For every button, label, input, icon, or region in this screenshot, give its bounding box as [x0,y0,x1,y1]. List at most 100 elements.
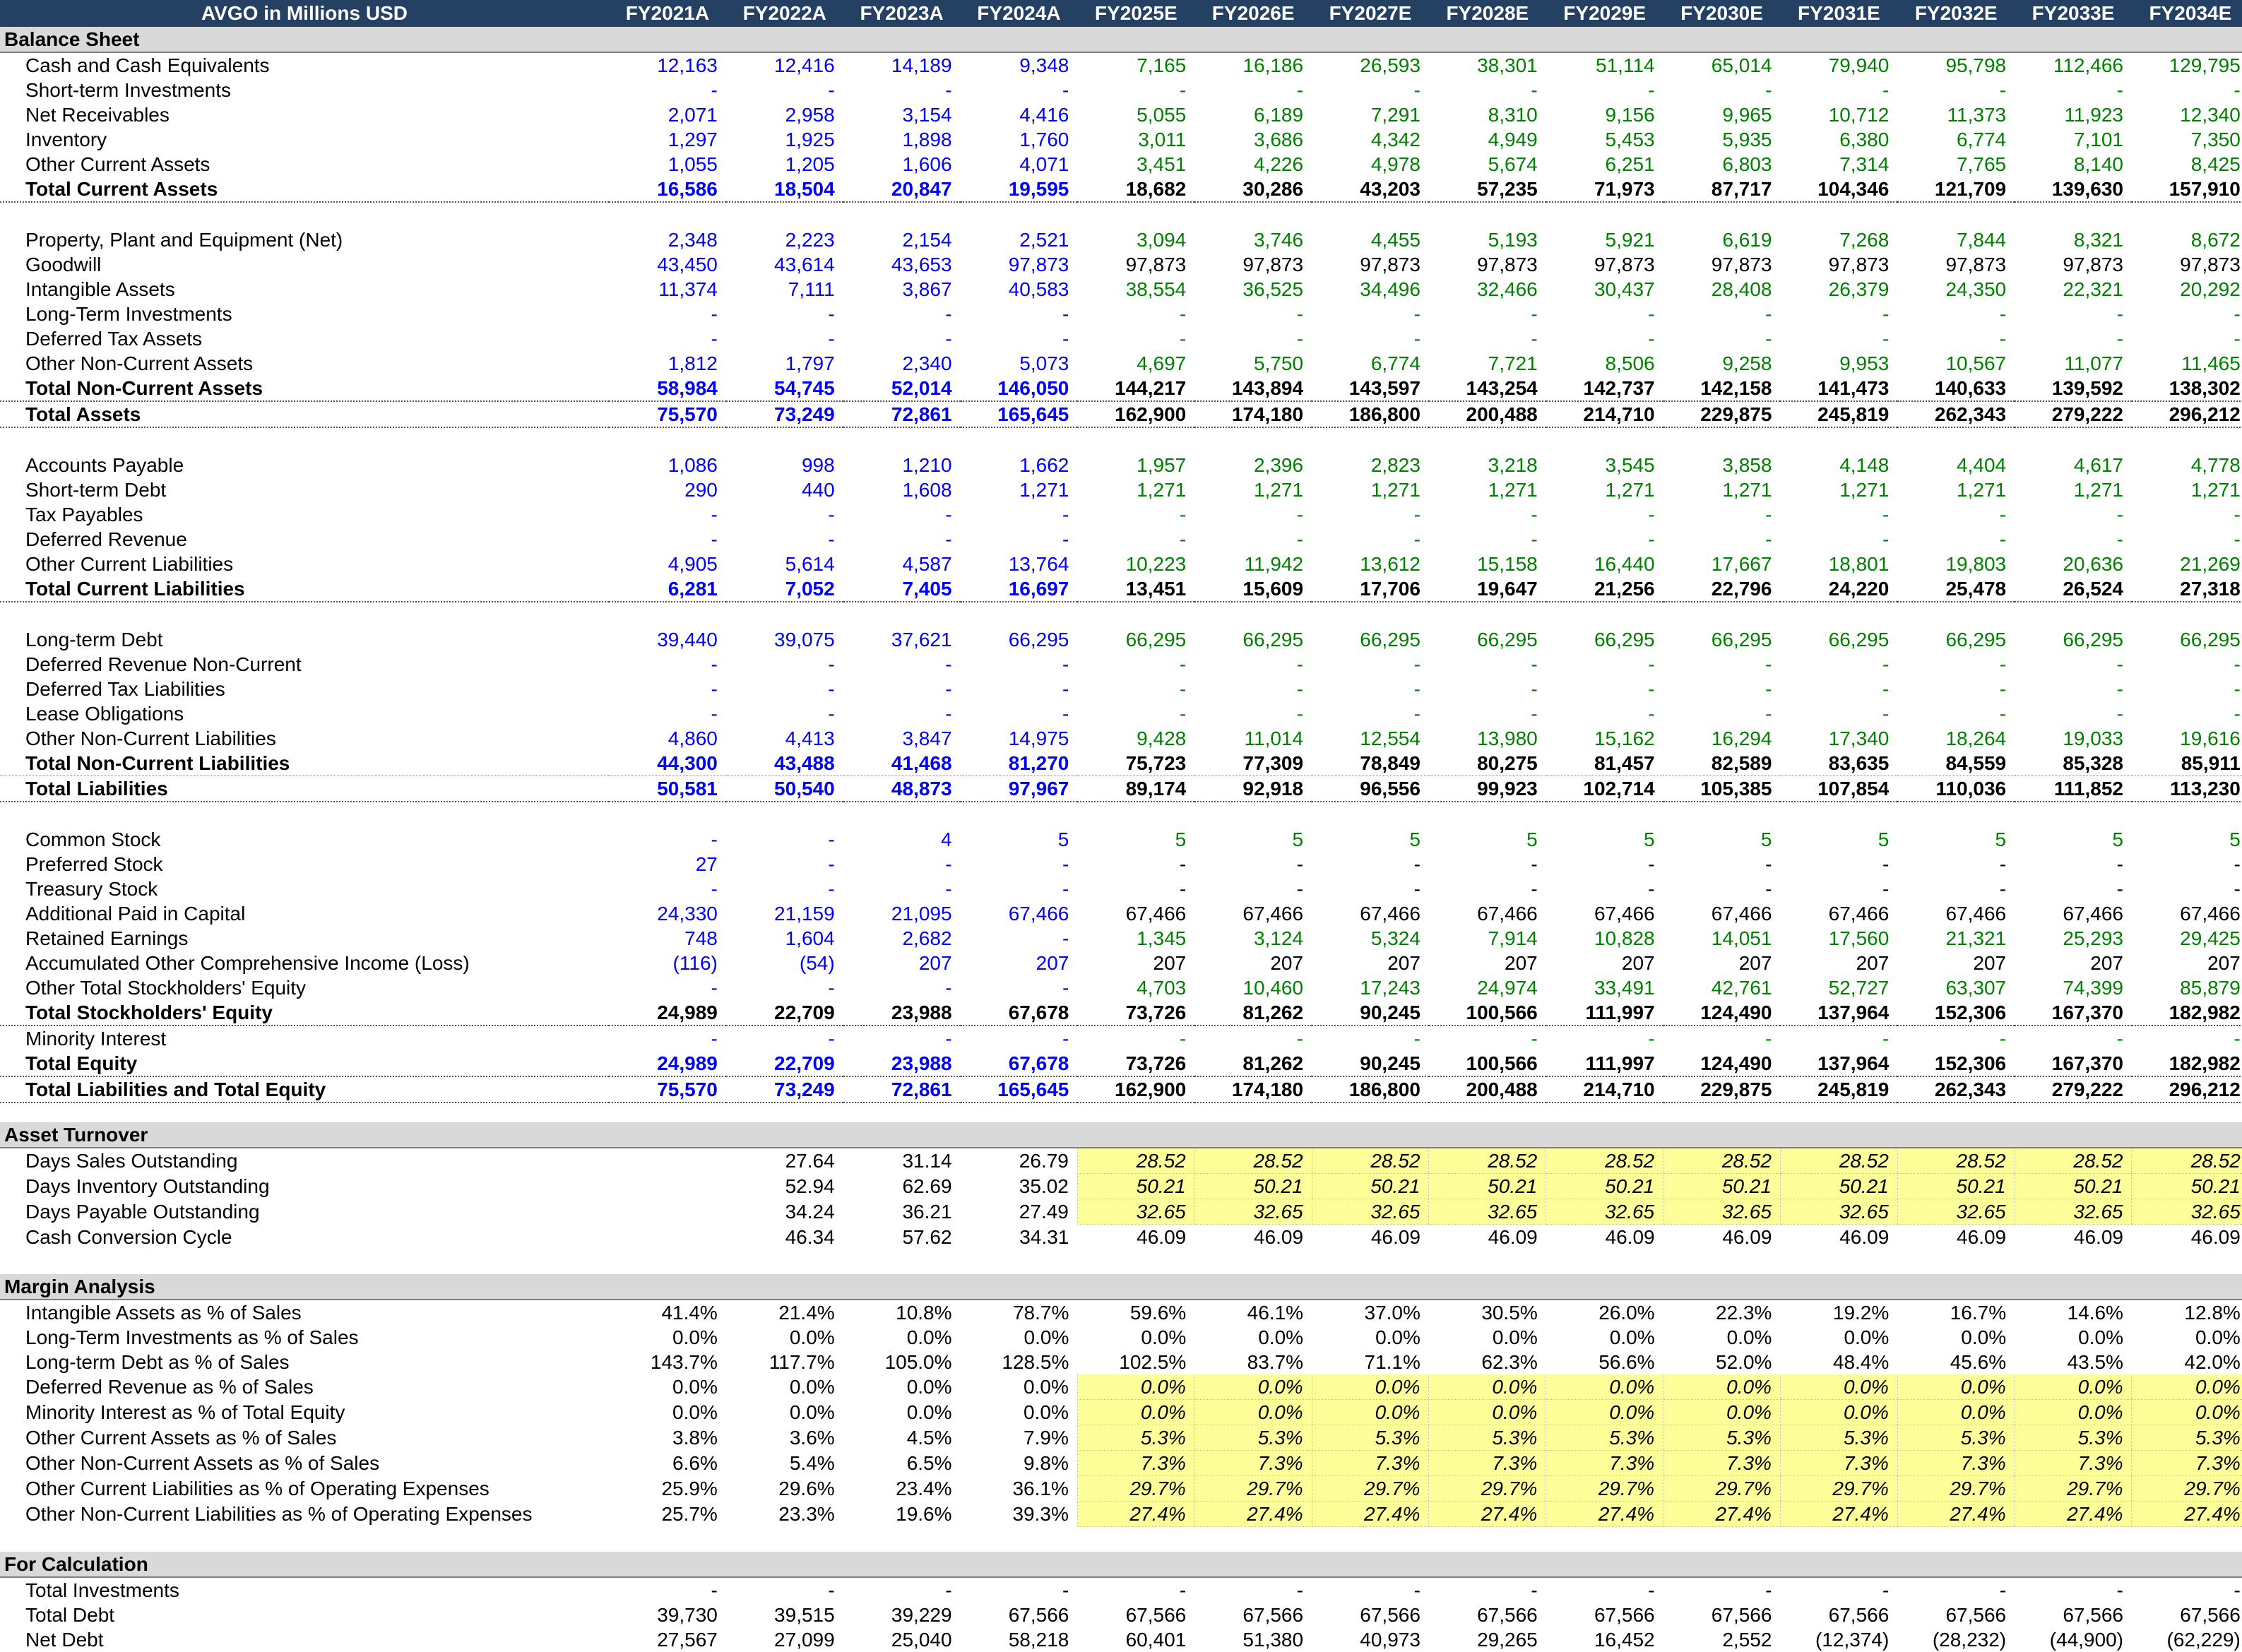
spacer-cell[interactable] [0,1103,2242,1122]
cell-goodwill-fy2029e[interactable]: 97,873 [1546,252,1663,277]
cell-other-current-liabilities-fy2022a[interactable]: 5,614 [726,552,843,576]
cell-other-non-current-liabilities-as-of-operating-expenses-fy2034e[interactable]: 27.4% [2131,1501,2242,1527]
cell-intangible-assets-as-of-sales-fy2032e[interactable]: 16.7% [1897,1300,2015,1325]
cell-total-current-assets-fy2027e[interactable]: 43,203 [1312,177,1429,203]
cell-treasury-stock-fy2029e[interactable]: - [1546,876,1663,901]
cell-other-non-current-assets-as-of-sales-fy2028e[interactable]: 7.3% [1428,1450,1546,1476]
cell-retained-earnings-fy2031e[interactable]: 17,560 [1780,926,1897,951]
cell-other-total-stockholders-equity-fy2029e[interactable]: 33,491 [1546,975,1663,1000]
cell-tax-payables-fy2029e[interactable]: - [1546,502,1663,527]
cell-accumulated-other-comprehensive-income-loss-fy2026e[interactable]: 207 [1194,951,1312,975]
cell-cash-conversion-cycle-fy2034e[interactable]: 46.09 [2132,1225,2242,1250]
cell-inventory-fy2028e[interactable]: 4,949 [1429,127,1546,152]
cell-other-total-stockholders-equity-fy2023a[interactable]: - [843,975,961,1000]
cell-additional-paid-in-capital-fy2023a[interactable]: 21,095 [843,901,961,926]
row-label[interactable]: Goodwill [0,252,609,277]
cell-accumulated-other-comprehensive-income-loss-fy2022a[interactable]: (54) [726,951,843,975]
cell-total-assets-fy2024a[interactable]: 165,645 [960,401,1078,428]
header-year-fy2033e[interactable]: FY2033E [2015,0,2132,27]
spacer-cell[interactable] [0,1249,2242,1274]
cell-total-stockholders-equity-fy2028e[interactable]: 100,566 [1428,1000,1546,1026]
cell-total-investments-fy2026e[interactable]: - [1194,1577,1312,1603]
cell-other-non-current-assets-fy2022a[interactable]: 1,797 [726,351,843,376]
cell-accounts-payable-fy2028e[interactable]: 3,218 [1429,453,1546,477]
section-cell[interactable] [1194,1274,1312,1300]
cell-other-total-stockholders-equity-fy2021a[interactable]: - [609,975,726,1000]
cell-accumulated-other-comprehensive-income-loss-fy2031e[interactable]: 207 [1780,951,1897,975]
row-label[interactable]: Days Sales Outstanding [0,1148,609,1174]
section-cell[interactable] [843,1122,961,1148]
cell-total-liabilities-fy2026e[interactable]: 92,918 [1194,776,1312,802]
cell-deferred-revenue-fy2031e[interactable]: - [1780,527,1897,552]
cell-other-non-current-assets-as-of-sales-fy2023a[interactable]: 6.5% [843,1451,961,1476]
cell-total-non-current-assets-fy2030e[interactable]: 142,158 [1663,376,1781,402]
cell-deferred-tax-assets-fy2023a[interactable]: - [843,326,961,351]
cell-short-term-debt-fy2026e[interactable]: 1,271 [1194,477,1312,502]
cell-long-term-investments-fy2029e[interactable]: - [1546,302,1663,326]
cell-net-receivables-fy2025e[interactable]: 5,055 [1077,102,1194,127]
cell-cash-and-cash-equivalents-fy2030e[interactable]: 65,014 [1663,52,1781,78]
cell-other-non-current-liabilities-fy2029e[interactable]: 15,162 [1546,726,1663,751]
section-cell[interactable] [1780,1552,1898,1578]
row-label[interactable]: Common Stock [0,827,609,852]
cell-total-stockholders-equity-fy2032e[interactable]: 152,306 [1897,1000,2015,1026]
cell-short-term-debt-fy2023a[interactable]: 1,608 [843,477,961,502]
cell-total-current-assets-fy2025e[interactable]: 18,682 [1077,177,1195,203]
cell-other-non-current-liabilities-fy2028e[interactable]: 13,980 [1429,726,1546,751]
cell-deferred-revenue-as-of-sales-fy2028e[interactable]: 0.0% [1428,1374,1546,1400]
cell-other-current-liabilities-fy2033e[interactable]: 20,636 [2015,552,2132,576]
cell-net-receivables-fy2021a[interactable]: 2,071 [609,102,726,127]
cell-short-term-investments-fy2023a[interactable]: - [843,78,961,102]
cell-total-assets-fy2027e[interactable]: 186,800 [1312,401,1429,428]
cell-total-non-current-assets-fy2028e[interactable]: 143,254 [1428,376,1546,402]
cell-long-term-debt-as-of-sales-fy2025e[interactable]: 102.5% [1077,1350,1194,1374]
cell-deferred-revenue-fy2026e[interactable]: - [1194,527,1312,552]
cell-long-term-investments-as-of-sales-fy2023a[interactable]: 0.0% [843,1325,961,1350]
cell-total-debt-fy2021a[interactable]: 39,730 [609,1603,726,1627]
section-cell[interactable] [1428,1122,1546,1148]
cell-total-non-current-assets-fy2027e[interactable]: 143,597 [1312,376,1429,402]
cell-deferred-tax-assets-fy2033e[interactable]: - [2015,326,2132,351]
cell-minority-interest-fy2024a[interactable]: - [961,1026,1078,1051]
cell-other-non-current-liabilities-as-of-operating-expenses-fy2022a[interactable]: 23.3% [726,1502,843,1527]
cell-total-non-current-assets-fy2026e[interactable]: 143,894 [1194,376,1312,402]
section-cell[interactable] [725,27,843,53]
cell-deferred-tax-assets-fy2022a[interactable]: - [726,326,843,351]
cell-other-current-assets-fy2024a[interactable]: 4,071 [961,152,1078,177]
cell-property-plant-and-equipment-net-fy2028e[interactable]: 5,193 [1429,227,1546,252]
cell-cash-and-cash-equivalents-fy2028e[interactable]: 38,301 [1429,52,1546,78]
cell-cash-conversion-cycle-fy2024a[interactable]: 34.31 [961,1225,1078,1250]
cell-minority-interest-fy2033e[interactable]: - [2015,1026,2132,1051]
cell-total-stockholders-equity-fy2026e[interactable]: 81,262 [1194,1000,1312,1026]
cell-days-sales-outstanding-fy2022a[interactable]: 27.64 [726,1148,843,1174]
cell-short-term-debt-fy2022a[interactable]: 440 [726,477,843,502]
cell-total-current-assets-fy2031e[interactable]: 104,346 [1780,177,1898,203]
cell-common-stock-fy2031e[interactable]: 5 [1780,827,1897,852]
cell-goodwill-fy2033e[interactable]: 97,873 [2015,252,2132,277]
section-cell[interactable] [1077,1274,1195,1300]
cell-other-non-current-liabilities-as-of-operating-expenses-fy2021a[interactable]: 25.7% [609,1502,726,1527]
cell-total-current-assets-fy2023a[interactable]: 20,847 [843,177,961,203]
cell-other-non-current-liabilities-fy2022a[interactable]: 4,413 [726,726,843,751]
cell-total-current-liabilities-fy2031e[interactable]: 24,220 [1780,576,1898,602]
cell-deferred-revenue-fy2029e[interactable]: - [1546,527,1663,552]
cell-accumulated-other-comprehensive-income-loss-fy2030e[interactable]: 207 [1663,951,1781,975]
cell-total-current-assets-fy2033e[interactable]: 139,630 [2015,177,2132,203]
section-cell[interactable] [843,1552,961,1578]
cell-total-equity-fy2034e[interactable]: 182,982 [2131,1051,2242,1077]
cell-accumulated-other-comprehensive-income-loss-fy2025e[interactable]: 207 [1077,951,1194,975]
header-year-fy2029e[interactable]: FY2029E [1546,0,1663,27]
cell-cash-conversion-cycle-fy2021a[interactable] [609,1225,726,1250]
cell-other-current-liabilities-as-of-operating-expenses-fy2028e[interactable]: 29.7% [1428,1475,1546,1502]
cell-total-non-current-liabilities-fy2030e[interactable]: 82,589 [1663,751,1781,776]
cell-other-non-current-liabilities-as-of-operating-expenses-fy2025e[interactable]: 27.4% [1076,1501,1195,1527]
section-title[interactable]: Asset Turnover [0,1122,609,1148]
cell-inventory-fy2034e[interactable]: 7,350 [2132,127,2242,152]
section-cell[interactable] [725,1122,843,1148]
cell-deferred-tax-liabilities-fy2023a[interactable]: - [843,677,961,701]
cell-goodwill-fy2021a[interactable]: 43,450 [609,252,726,277]
cell-accumulated-other-comprehensive-income-loss-fy2028e[interactable]: 207 [1429,951,1546,975]
cell-cash-conversion-cycle-fy2025e[interactable]: 46.09 [1077,1225,1194,1250]
cell-common-stock-fy2032e[interactable]: 5 [1897,827,2015,852]
cell-short-term-investments-fy2028e[interactable]: - [1429,78,1546,102]
